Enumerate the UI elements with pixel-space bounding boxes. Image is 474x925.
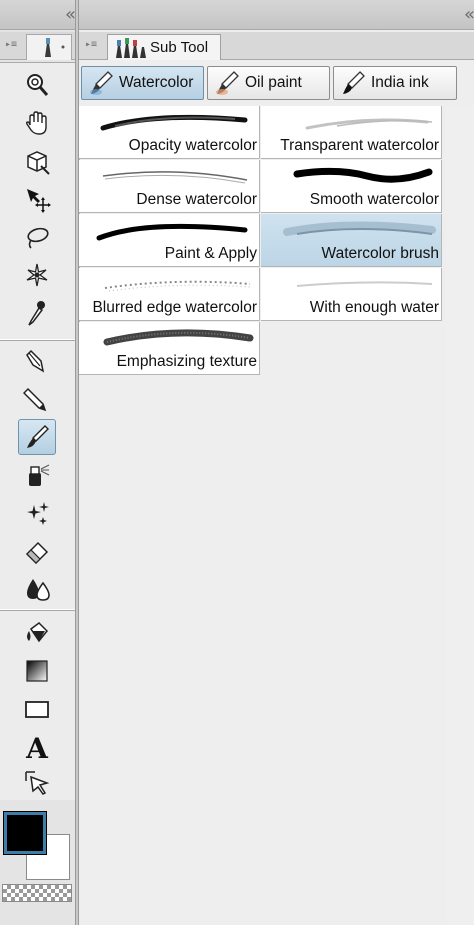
stroke-preview <box>283 221 436 236</box>
eyedropper-tool-button[interactable] <box>18 295 56 331</box>
figure-tool-button[interactable] <box>18 691 56 727</box>
preset-scroll-area[interactable] <box>446 106 474 925</box>
move-tool-button[interactable] <box>18 181 56 217</box>
preset-blurred-edge-watercolor[interactable]: Blurred edge watercolor <box>79 268 260 321</box>
main-color-swatch[interactable] <box>3 811 47 855</box>
stroke-preview <box>100 114 248 131</box>
india-ink-brush-icon <box>343 71 365 94</box>
preset-smooth-watercolor[interactable]: Smooth watercolor <box>261 160 442 213</box>
preset-transparent-watercolor[interactable]: Transparent watercolor <box>261 106 442 159</box>
preset-label: Opacity watercolor <box>128 137 257 154</box>
stroke-preview <box>305 118 433 130</box>
tool-group-drawing <box>0 340 75 610</box>
group-tab-label: Oil paint <box>245 74 302 91</box>
preset-emphasizing-texture[interactable]: Emphasizing texture <box>79 322 260 375</box>
sub-tool-panel: « ▸≡ Sub Tool Watercolor Oil paint India… <box>78 0 474 925</box>
move-arrow-icon <box>27 189 51 213</box>
eraser-tool-button[interactable] <box>18 533 56 569</box>
brush-icon <box>27 425 49 448</box>
preset-label: Watercolor brush <box>321 245 439 262</box>
fill-tool-button[interactable] <box>18 615 56 651</box>
sub-tool-tabbar: ▸≡ Sub Tool <box>79 32 474 60</box>
stroke-preview <box>104 280 251 292</box>
hand-tool-button[interactable] <box>18 105 56 141</box>
group-tab-oil-paint[interactable]: Oil paint <box>207 66 330 100</box>
lasso-icon <box>27 227 49 249</box>
brush-tool-button[interactable] <box>18 419 56 455</box>
airbrush-tool-button[interactable] <box>18 457 56 493</box>
tool-palette-header: « <box>0 0 76 30</box>
preset-label: Blurred edge watercolor <box>92 299 257 316</box>
stroke-preview <box>296 281 433 287</box>
preset-label: With enough water <box>309 299 439 316</box>
pen-tool-button[interactable] <box>18 343 56 379</box>
cube-icon <box>27 151 50 175</box>
gradient-icon <box>26 660 48 682</box>
tool-tab[interactable] <box>26 34 72 60</box>
transparent-color-swatch[interactable] <box>2 884 72 902</box>
preset-opacity-watercolor[interactable]: Opacity watercolor <box>79 106 260 159</box>
collapse-right-icon[interactable]: « <box>464 4 474 25</box>
pencil-icon <box>23 387 47 412</box>
palette-menu-icon[interactable]: ▸≡ <box>5 39 19 51</box>
oil-paint-brush-icon <box>216 71 239 95</box>
group-tab-label: India ink <box>371 74 429 91</box>
drops-icon <box>27 579 50 601</box>
object-tool-button[interactable] <box>18 143 56 179</box>
text-tool-button[interactable]: A <box>18 729 56 765</box>
preset-label: Transparent watercolor <box>280 137 439 154</box>
hand-icon <box>25 111 47 135</box>
stroke-preview <box>103 329 254 346</box>
bucket-icon <box>27 622 49 643</box>
eyedropper-icon <box>28 301 45 326</box>
operation-tool-button[interactable] <box>18 765 56 801</box>
group-tab-label: Watercolor <box>119 74 194 91</box>
sub-tool-group-tabs: Watercolor Oil paint India ink <box>79 62 474 104</box>
stroke-preview <box>96 223 248 241</box>
preset-with-enough-water[interactable]: With enough water <box>261 268 442 321</box>
airbrush-icon <box>29 464 50 486</box>
preset-label: Dense watercolor <box>136 191 257 208</box>
eraser-icon <box>25 541 49 565</box>
preset-label: Smooth watercolor <box>309 191 439 208</box>
collapse-left-icon[interactable]: « <box>65 4 76 25</box>
stroke-preview <box>293 167 433 183</box>
select-arrow-icon <box>25 771 50 795</box>
zoom-tool-button[interactable] <box>18 67 56 103</box>
magic-wand-tool-button[interactable] <box>18 257 56 293</box>
decoration-tool-button[interactable] <box>18 495 56 531</box>
preset-dense-watercolor[interactable]: Dense watercolor <box>79 160 260 213</box>
watercolor-brush-icon <box>90 71 113 95</box>
tool-group-navigation <box>0 62 75 340</box>
sub-tool-tab-label: Sub Tool <box>150 39 209 56</box>
magnifier-icon <box>27 74 49 96</box>
pen-nib-icon <box>25 349 45 373</box>
preset-paint-apply[interactable]: Paint & Apply <box>79 214 260 267</box>
preset-watercolor-brush[interactable]: Watercolor brush <box>261 214 442 267</box>
preset-label: Emphasizing texture <box>116 353 257 370</box>
decoration-icon <box>27 502 49 525</box>
text-a-icon: A <box>25 733 49 761</box>
group-tab-india-ink[interactable]: India ink <box>333 66 457 100</box>
pencil-tool-button[interactable] <box>18 381 56 417</box>
sub-tool-tab-icon <box>116 37 146 58</box>
svg-text:A: A <box>25 733 49 761</box>
tab-sub-tool[interactable]: Sub Tool <box>107 34 221 60</box>
rectangle-icon <box>25 701 49 718</box>
tool-palette: « ▸≡ A <box>0 0 76 925</box>
brush-tab-icon <box>45 38 65 57</box>
sparkle-icon <box>26 263 48 287</box>
tool-group-editing: A <box>0 610 75 802</box>
stroke-preview <box>102 171 248 184</box>
blend-tool-button[interactable] <box>18 571 56 607</box>
sub-tool-menu-icon[interactable]: ▸≡ <box>85 39 99 51</box>
sub-tool-preset-grid: Opacity watercolor Transparent watercolo… <box>79 106 442 375</box>
sub-tool-panel-header: « <box>79 0 474 30</box>
preset-label: Paint & Apply <box>164 245 257 262</box>
tool-palette-tabbar: ▸≡ <box>0 32 75 60</box>
group-tab-watercolor[interactable]: Watercolor <box>81 66 204 100</box>
lasso-tool-button[interactable] <box>18 219 56 255</box>
gradient-tool-button[interactable] <box>18 653 56 689</box>
